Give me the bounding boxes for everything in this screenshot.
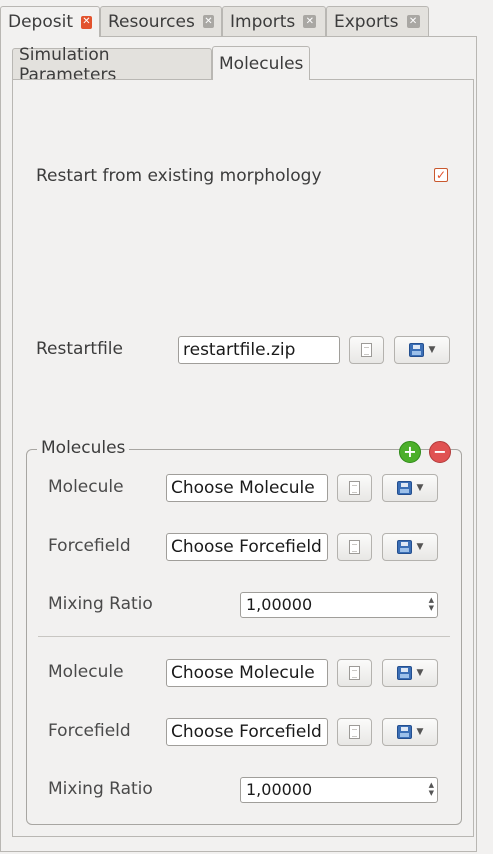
plus-icon: + (403, 442, 417, 461)
browse-file-button[interactable] (349, 336, 384, 364)
minus-icon: − (433, 442, 447, 461)
tab-resources[interactable]: Resources ✕ (100, 6, 222, 36)
forcefield-save-dropdown[interactable]: ▼ (382, 718, 438, 746)
mixing-ratio-spinbox[interactable]: 1,00000 ▲ ▼ (240, 777, 438, 803)
tab-exports-label: Exports (334, 11, 399, 32)
mixing-ratio-label: Mixing Ratio (48, 594, 153, 614)
molecule-save-dropdown[interactable]: ▼ (382, 659, 438, 687)
tab-molecules[interactable]: Molecules (212, 46, 310, 80)
disk-icon (396, 540, 412, 554)
chevron-down-icon: ▼ (416, 483, 424, 493)
spin-arrows-icon[interactable]: ▲ ▼ (429, 781, 434, 797)
browse-molecule-button[interactable] (337, 474, 372, 502)
disk-icon (408, 343, 424, 357)
molecule-label: Molecule (48, 662, 124, 682)
close-icon[interactable]: ✕ (202, 15, 214, 28)
tab-molecules-label: Molecules (219, 53, 304, 74)
browse-molecule-button[interactable] (337, 659, 372, 687)
tab-exports[interactable]: Exports ✕ (326, 6, 429, 36)
document-icon (349, 540, 360, 554)
document-icon (349, 725, 360, 739)
restartfile-input[interactable]: restartfile.zip (178, 336, 340, 364)
chevron-down-icon: ▼ (416, 668, 424, 678)
forcefield-label: Forcefield (48, 536, 131, 556)
restart-label: Restart from existing morphology (36, 166, 322, 186)
molecule-label: Molecule (48, 477, 124, 497)
molecule-input[interactable]: Choose Molecule (166, 474, 328, 502)
add-molecule-button[interactable]: + (399, 441, 421, 463)
forcefield-input[interactable]: Choose Forcefield (166, 533, 328, 561)
tab-imports[interactable]: Imports ✕ (222, 6, 326, 36)
tab-deposit[interactable]: Deposit ✕ (0, 6, 100, 37)
remove-molecule-button[interactable]: − (429, 441, 451, 463)
restart-checkbox[interactable]: ✓ (434, 168, 448, 182)
forcefield-label: Forcefield (48, 721, 131, 741)
spin-arrows-icon[interactable]: ▲ ▼ (429, 596, 434, 612)
document-icon (349, 666, 360, 680)
chevron-down-icon: ▼ (428, 345, 436, 355)
tab-imports-label: Imports (230, 11, 296, 32)
chevron-down-icon: ▼ (416, 727, 424, 737)
forcefield-save-dropdown[interactable]: ▼ (382, 533, 438, 561)
restartfile-label: Restartfile (36, 339, 123, 359)
divider (38, 636, 450, 637)
mixing-ratio-label: Mixing Ratio (48, 779, 153, 799)
close-icon[interactable]: ✕ (406, 15, 420, 28)
disk-icon (396, 666, 412, 680)
close-icon[interactable]: ✕ (303, 15, 317, 28)
forcefield-input[interactable]: Choose Forcefield (166, 718, 328, 746)
molecules-groupbox (26, 449, 462, 825)
chevron-down-icon: ▼ (416, 542, 424, 552)
mixing-ratio-spinbox[interactable]: 1,00000 ▲ ▼ (240, 592, 438, 618)
tab-resources-label: Resources (108, 11, 195, 32)
molecule-input[interactable]: Choose Molecule (166, 659, 328, 687)
tab-simulation-parameters[interactable]: Simulation Parameters (12, 45, 212, 85)
tab-deposit-label: Deposit (8, 12, 73, 32)
browse-forcefield-button[interactable] (337, 718, 372, 746)
browse-forcefield-button[interactable] (337, 533, 372, 561)
close-icon[interactable]: ✕ (81, 15, 92, 29)
document-icon (349, 481, 360, 495)
save-dropdown-button[interactable]: ▼ (394, 336, 450, 364)
molecule-save-dropdown[interactable]: ▼ (382, 474, 438, 502)
disk-icon (396, 725, 412, 739)
mixing-ratio-value: 1,00000 (246, 595, 313, 614)
molecules-group-title: Molecules (37, 438, 130, 458)
document-icon (361, 343, 372, 357)
disk-icon (396, 481, 412, 495)
mixing-ratio-value: 1,00000 (246, 780, 313, 799)
